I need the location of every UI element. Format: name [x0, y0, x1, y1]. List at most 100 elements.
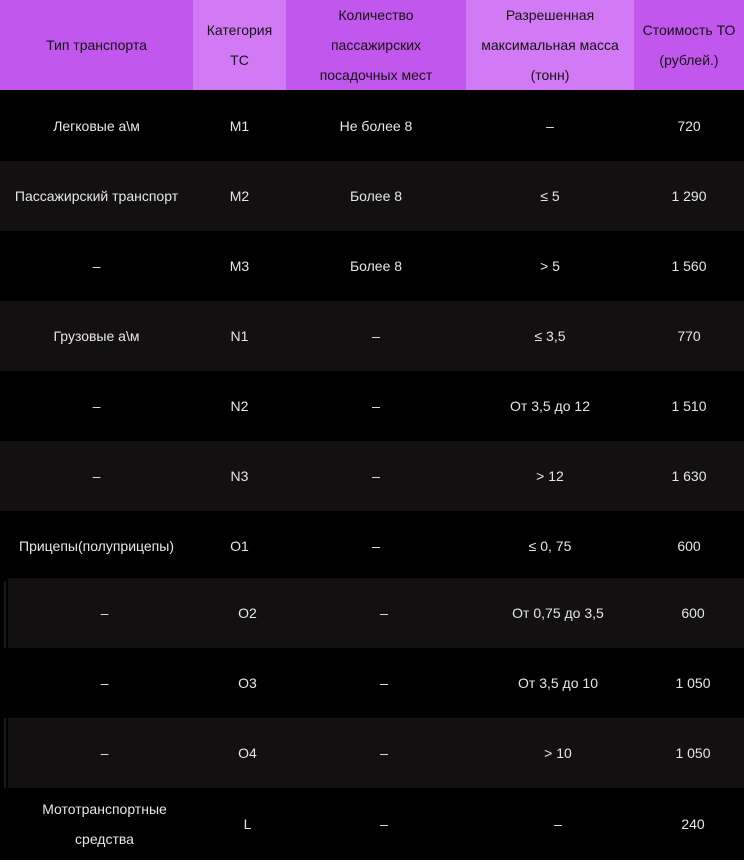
cell-text: ≤ 0, 75: [528, 538, 572, 554]
cell-seats: Более 8: [286, 231, 466, 301]
header-max-mass: Разрешенная максимальная масса (тонн): [466, 0, 634, 90]
table-row: – N3 – > 12 1 630: [0, 441, 744, 511]
cell-text: 1 290: [671, 188, 707, 204]
cell-text: 1 510: [671, 398, 707, 414]
table-row: Легковые а\м М1 Не более 8 – 720: [0, 91, 744, 161]
cell-seats: Не более 8: [286, 91, 466, 161]
cell-category: N1: [193, 301, 286, 371]
cell-text: Пассажирский транспорт: [14, 188, 179, 204]
cell-text: –: [92, 398, 101, 414]
cell-category: О2: [201, 578, 294, 648]
cell-text: L: [243, 816, 252, 832]
cell-seats: –: [286, 301, 466, 371]
cell-vehicle-type: Прицепы(полуприцепы): [0, 511, 193, 581]
cell-text: О2: [238, 605, 257, 621]
cell-text: N3: [230, 468, 249, 484]
table-row: – N2 – От 3,5 до 12 1 510: [0, 371, 744, 441]
cell-category: L: [201, 788, 294, 860]
header-line: Категория: [206, 22, 273, 38]
header-line: Стоимость ТО: [642, 22, 736, 38]
cell-category: О1: [193, 511, 286, 581]
cell-cost: 1 630: [634, 441, 744, 511]
header-vehicle-type: Тип транспорта: [0, 0, 193, 90]
table-row: – О4 – > 10 1 050: [8, 718, 744, 788]
cell-text: –: [92, 468, 101, 484]
table-row: Прицепы(полуприцепы) О1 – ≤ 0, 75 600: [0, 511, 744, 581]
cell-text: > 12: [536, 468, 564, 484]
cell-text: 1 050: [675, 745, 711, 761]
cell-text: Мототранспортные: [42, 801, 167, 817]
cell-cost: 600: [642, 578, 744, 648]
cell-text: 600: [681, 605, 705, 621]
cell-cost: 720: [634, 91, 744, 161]
cell-text: О1: [230, 538, 249, 554]
cell-cost: 240: [642, 788, 744, 860]
cell-seats: –: [286, 511, 466, 581]
cell-text: М3: [229, 258, 250, 274]
cell-cost: 1 510: [634, 371, 744, 441]
cell-mass: –: [466, 91, 634, 161]
header-line: (тонн): [530, 67, 570, 83]
cell-text: От 3,5 до 10: [518, 675, 598, 691]
cell-cost: 1 050: [642, 648, 744, 718]
cell-cost: 600: [634, 511, 744, 581]
header-cost: Стоимость ТО (рублей.): [634, 0, 744, 90]
cell-mass: > 5: [466, 231, 634, 301]
table-row: – О2 – От 0,75 до 3,5 600: [8, 578, 744, 648]
header-line: посадочных мест: [319, 67, 433, 83]
cell-vehicle-type: –: [8, 578, 201, 648]
cell-mass: –: [474, 788, 642, 860]
cell-text: –: [380, 675, 388, 691]
cell-category: О3: [201, 648, 294, 718]
cell-text: средства: [75, 831, 134, 847]
cell-text: –: [372, 398, 380, 414]
cell-text: 1 630: [671, 468, 707, 484]
cell-mass: От 3,5 до 12: [466, 371, 634, 441]
cell-text: –: [380, 816, 388, 832]
cell-seats: Более 8: [286, 161, 466, 231]
table-row: Мототранспортные средства L – – 240: [0, 788, 744, 860]
cell-text: –: [380, 605, 388, 621]
cell-text: Более 8: [349, 258, 403, 274]
cell-mass: ≤ 3,5: [466, 301, 634, 371]
cell-vehicle-type: Пассажирский транспорт: [0, 161, 193, 231]
cell-text: –: [372, 468, 380, 484]
cell-text: М1: [229, 118, 250, 134]
cell-text: ≤ 3,5: [534, 328, 566, 344]
header-line: максимальная масса: [481, 37, 619, 53]
cell-mass: > 12: [466, 441, 634, 511]
header-seats: Количество пассажирских посадочных мест: [286, 0, 466, 90]
cell-mass: От 0,75 до 3,5: [474, 578, 642, 648]
cell-text: –: [380, 745, 388, 761]
header-line: пассажирских: [330, 37, 422, 53]
cell-vehicle-type: –: [0, 441, 193, 511]
cell-vehicle-type: –: [0, 371, 193, 441]
cell-text: Не более 8: [339, 118, 413, 134]
cell-cost: 1 050: [642, 718, 744, 788]
cell-text: > 10: [544, 745, 572, 761]
cell-cost: 1 560: [634, 231, 744, 301]
cell-category: М2: [193, 161, 286, 231]
cell-vehicle-type: Грузовые а\м: [0, 301, 193, 371]
cell-text: –: [372, 538, 380, 554]
cell-text: –: [92, 258, 101, 274]
cell-seats: –: [294, 648, 474, 718]
cell-category: М3: [193, 231, 286, 301]
cell-text: Грузовые а\м: [53, 328, 140, 344]
cell-vehicle-type: Легковые а\м: [0, 91, 193, 161]
cell-text: Прицепы(полуприцепы): [19, 538, 174, 554]
header-line: Разрешенная: [505, 7, 595, 23]
header-line: ТС: [230, 52, 249, 68]
cell-text: 720: [677, 118, 701, 134]
cell-category: N3: [193, 441, 286, 511]
cell-text: 1 050: [675, 675, 711, 691]
cell-text: –: [372, 328, 380, 344]
cell-text: –: [100, 745, 109, 761]
cell-text: Легковые а\м: [53, 118, 140, 134]
cell-text: О4: [238, 745, 257, 761]
cell-seats: –: [294, 788, 474, 860]
table-row: Пассажирский транспорт М2 Более 8 ≤ 5 1 …: [0, 161, 744, 231]
cell-text: –: [100, 605, 109, 621]
cell-text: О3: [238, 675, 257, 691]
cell-mass: ≤ 5: [466, 161, 634, 231]
